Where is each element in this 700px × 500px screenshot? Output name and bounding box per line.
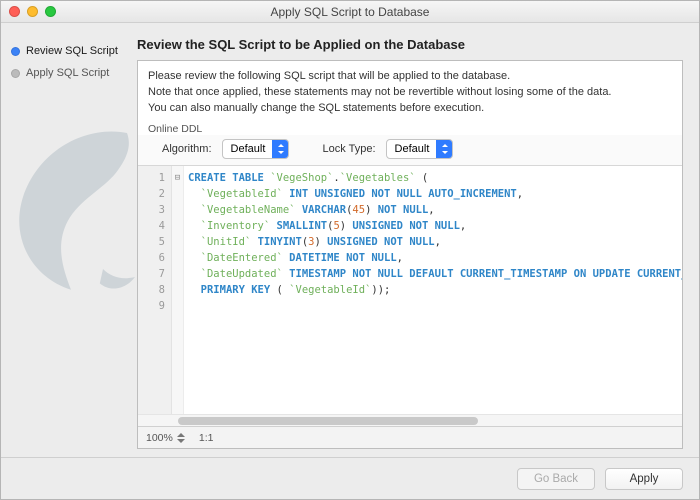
step-label: Review SQL Script (26, 45, 118, 57)
traffic-lights (9, 6, 56, 17)
go-back-button: Go Back (517, 468, 595, 490)
horizontal-scrollbar[interactable] (138, 414, 682, 426)
fold-gutter: ⊟ (172, 166, 184, 414)
dialog-body: Review SQL Script Apply SQL Script Revie… (1, 23, 699, 457)
step-bullet-icon (11, 47, 20, 56)
sql-editor: 123456789 ⊟ CREATE TABLE `VegeShop`.`Veg… (138, 166, 682, 414)
zoom-control[interactable]: 100% (146, 432, 185, 444)
wizard-step-review[interactable]: Review SQL Script (11, 45, 121, 57)
page-heading: Review the SQL Script to be Applied on t… (137, 37, 683, 52)
apply-button[interactable]: Apply (605, 468, 683, 490)
online-ddl-title: Online DDL (138, 119, 682, 135)
titlebar: Apply SQL Script to Database (1, 1, 699, 23)
editor-statusbar: 100% 1:1 (138, 426, 682, 448)
desc-line: Note that once applied, these statements… (148, 85, 672, 101)
scrollbar-thumb[interactable] (178, 417, 478, 425)
lock-type-label: Lock Type: (323, 143, 376, 155)
dialog-window: Apply SQL Script to Database Review SQL … (0, 0, 700, 500)
description: Please review the following SQL script t… (138, 61, 682, 119)
wizard-step-apply[interactable]: Apply SQL Script (11, 67, 121, 79)
zoom-value: 100% (146, 432, 173, 444)
wizard-sidebar: Review SQL Script Apply SQL Script (1, 23, 129, 457)
desc-line: Please review the following SQL script t… (148, 69, 672, 85)
desc-line: You can also manually change the SQL sta… (148, 101, 672, 117)
window-title: Apply SQL Script to Database (1, 5, 699, 19)
dialog-footer: Go Back Apply (1, 457, 699, 499)
algorithm-select-wrap: Default (222, 139, 289, 159)
zoom-stepper-icon[interactable] (177, 433, 185, 443)
algorithm-label: Algorithm: (162, 143, 212, 155)
online-ddl-row: Algorithm: Default Lock Type: Default (138, 135, 682, 166)
code-area[interactable]: CREATE TABLE `VegeShop`.`Vegetables` ( `… (184, 166, 682, 414)
close-icon[interactable] (9, 6, 20, 17)
line-number-gutter: 123456789 (138, 166, 172, 414)
step-label: Apply SQL Script (26, 67, 109, 79)
content-panel: Please review the following SQL script t… (137, 60, 683, 449)
zoom-icon[interactable] (45, 6, 56, 17)
lock-type-select[interactable]: Default (386, 139, 453, 159)
lock-type-select-wrap: Default (386, 139, 453, 159)
minimize-icon[interactable] (27, 6, 38, 17)
main-content: Review the SQL Script to be Applied on t… (129, 23, 699, 457)
mysql-dolphin-icon (0, 113, 151, 313)
ratio-indicator: 1:1 (199, 432, 214, 444)
step-bullet-icon (11, 69, 20, 78)
algorithm-select[interactable]: Default (222, 139, 289, 159)
